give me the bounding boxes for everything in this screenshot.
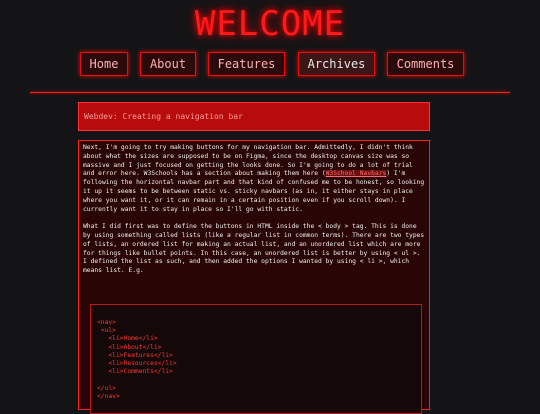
nav-home-button[interactable]: Home [80,52,128,76]
post-title: Webdev: Creating a navigation bar [78,102,430,131]
code-block: <nav> <ul> <li>Home</li> <li>About</li> … [90,304,422,414]
page-title: WELCOME [194,4,346,44]
header-divider [30,92,510,93]
post-paragraph: What I did first was to define the butto… [83,223,425,275]
nav-comments-button[interactable]: Comments [387,52,464,76]
w3schools-link[interactable]: W3School Navbars [325,170,387,178]
nav-features-button[interactable]: Features [208,52,285,76]
post-paragraph: Next, I'm going to try making buttons fo… [83,144,425,214]
nav-archives-button[interactable]: Archives [298,52,375,76]
nav-about-button[interactable]: About [140,52,196,76]
